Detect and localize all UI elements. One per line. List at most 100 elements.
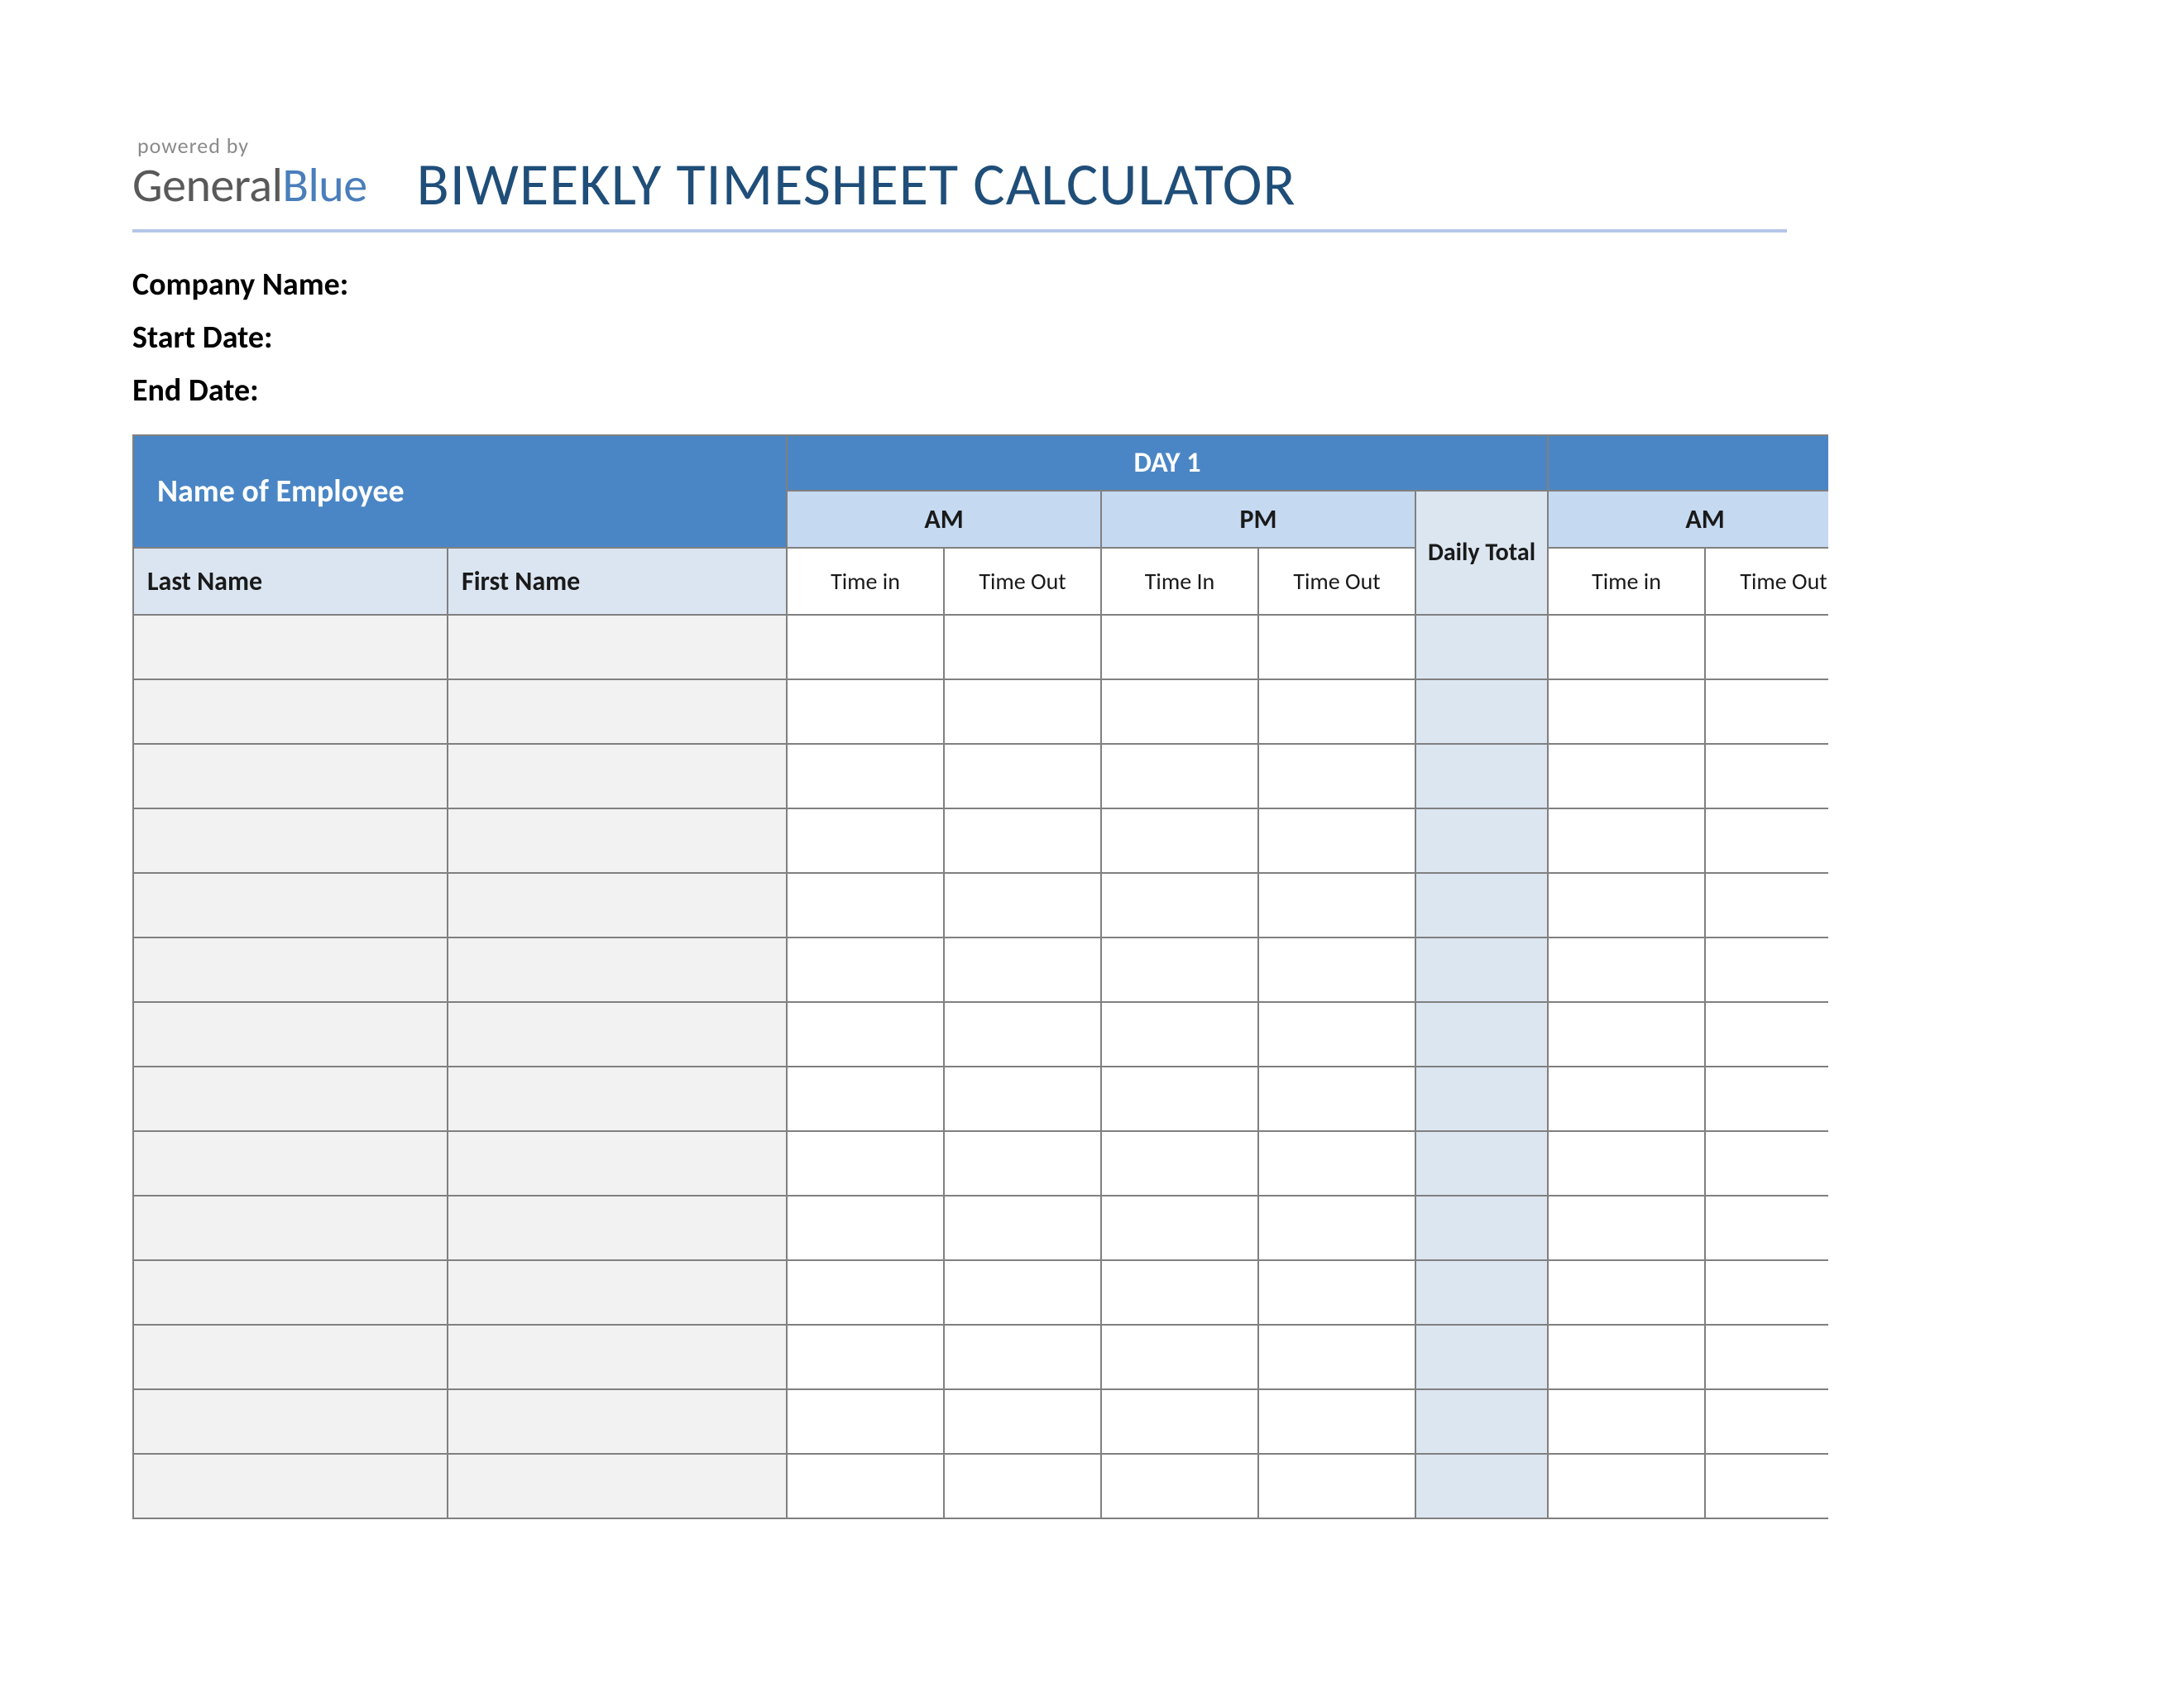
d2-am-in-cell[interactable] (1548, 615, 1705, 679)
last-name-cell[interactable] (133, 1325, 448, 1389)
d1-pm-in-cell[interactable] (1101, 1454, 1258, 1518)
first-name-cell[interactable] (448, 1325, 787, 1389)
first-name-cell[interactable] (448, 873, 787, 938)
d1-total-cell[interactable] (1415, 938, 1548, 1002)
d1-pm-out-cell[interactable] (1258, 1454, 1415, 1518)
d1-pm-out-cell[interactable] (1258, 808, 1415, 873)
d1-am-in-cell[interactable] (787, 1260, 944, 1325)
d2-am-out-cell[interactable] (1705, 679, 1828, 744)
d1-total-cell[interactable] (1415, 679, 1548, 744)
d2-am-in-cell[interactable] (1548, 744, 1705, 808)
d1-pm-in-cell[interactable] (1101, 1196, 1258, 1260)
first-name-cell[interactable] (448, 615, 787, 679)
d2-am-out-cell[interactable] (1705, 1196, 1828, 1260)
last-name-cell[interactable] (133, 808, 448, 873)
d1-am-in-cell[interactable] (787, 1131, 944, 1196)
d1-total-cell[interactable] (1415, 1389, 1548, 1454)
last-name-cell[interactable] (133, 1454, 448, 1518)
d2-am-out-cell[interactable] (1705, 938, 1828, 1002)
d1-pm-in-cell[interactable] (1101, 1131, 1258, 1196)
d1-total-cell[interactable] (1415, 1325, 1548, 1389)
d1-am-in-cell[interactable] (787, 1002, 944, 1067)
d1-am-out-cell[interactable] (944, 938, 1101, 1002)
d1-pm-in-cell[interactable] (1101, 1389, 1258, 1454)
d1-pm-out-cell[interactable] (1258, 679, 1415, 744)
last-name-cell[interactable] (133, 938, 448, 1002)
d1-pm-out-cell[interactable] (1258, 615, 1415, 679)
d1-pm-out-cell[interactable] (1258, 1260, 1415, 1325)
d2-am-in-cell[interactable] (1548, 1454, 1705, 1518)
d1-pm-in-cell[interactable] (1101, 1260, 1258, 1325)
d1-am-in-cell[interactable] (787, 1454, 944, 1518)
d1-pm-out-cell[interactable] (1258, 1002, 1415, 1067)
d1-pm-in-cell[interactable] (1101, 744, 1258, 808)
d1-am-out-cell[interactable] (944, 744, 1101, 808)
d1-pm-in-cell[interactable] (1101, 938, 1258, 1002)
d1-total-cell[interactable] (1415, 1196, 1548, 1260)
d1-am-in-cell[interactable] (787, 1325, 944, 1389)
d1-pm-out-cell[interactable] (1258, 1389, 1415, 1454)
d1-pm-in-cell[interactable] (1101, 615, 1258, 679)
d1-am-in-cell[interactable] (787, 1067, 944, 1131)
d1-am-out-cell[interactable] (944, 1131, 1101, 1196)
d1-am-in-cell[interactable] (787, 873, 944, 938)
d1-am-in-cell[interactable] (787, 1196, 944, 1260)
d1-pm-out-cell[interactable] (1258, 1325, 1415, 1389)
d1-pm-in-cell[interactable] (1101, 679, 1258, 744)
d2-am-out-cell[interactable] (1705, 1002, 1828, 1067)
d2-am-out-cell[interactable] (1705, 744, 1828, 808)
first-name-cell[interactable] (448, 808, 787, 873)
last-name-cell[interactable] (133, 1131, 448, 1196)
first-name-cell[interactable] (448, 679, 787, 744)
first-name-cell[interactable] (448, 1131, 787, 1196)
d1-pm-out-cell[interactable] (1258, 1196, 1415, 1260)
last-name-cell[interactable] (133, 1260, 448, 1325)
d1-am-out-cell[interactable] (944, 1389, 1101, 1454)
d1-am-in-cell[interactable] (787, 808, 944, 873)
d2-am-in-cell[interactable] (1548, 1196, 1705, 1260)
last-name-cell[interactable] (133, 1067, 448, 1131)
d2-am-in-cell[interactable] (1548, 1260, 1705, 1325)
first-name-cell[interactable] (448, 1260, 787, 1325)
d1-am-in-cell[interactable] (787, 938, 944, 1002)
first-name-cell[interactable] (448, 1389, 787, 1454)
d1-am-out-cell[interactable] (944, 1325, 1101, 1389)
last-name-cell[interactable] (133, 1002, 448, 1067)
d1-pm-in-cell[interactable] (1101, 808, 1258, 873)
d1-pm-in-cell[interactable] (1101, 1067, 1258, 1131)
d1-total-cell[interactable] (1415, 873, 1548, 938)
d1-am-out-cell[interactable] (944, 1067, 1101, 1131)
d1-am-out-cell[interactable] (944, 679, 1101, 744)
first-name-cell[interactable] (448, 1002, 787, 1067)
d1-am-in-cell[interactable] (787, 615, 944, 679)
d1-am-out-cell[interactable] (944, 1002, 1101, 1067)
d2-am-in-cell[interactable] (1548, 873, 1705, 938)
first-name-cell[interactable] (448, 938, 787, 1002)
d2-am-out-cell[interactable] (1705, 1260, 1828, 1325)
first-name-cell[interactable] (448, 1454, 787, 1518)
d1-pm-out-cell[interactable] (1258, 873, 1415, 938)
last-name-cell[interactable] (133, 1196, 448, 1260)
d1-am-in-cell[interactable] (787, 679, 944, 744)
d2-am-in-cell[interactable] (1548, 938, 1705, 1002)
d1-pm-out-cell[interactable] (1258, 938, 1415, 1002)
last-name-cell[interactable] (133, 873, 448, 938)
d1-am-out-cell[interactable] (944, 1454, 1101, 1518)
d2-am-out-cell[interactable] (1705, 1325, 1828, 1389)
d1-pm-in-cell[interactable] (1101, 1002, 1258, 1067)
d1-am-out-cell[interactable] (944, 615, 1101, 679)
last-name-cell[interactable] (133, 679, 448, 744)
first-name-cell[interactable] (448, 1196, 787, 1260)
d1-total-cell[interactable] (1415, 1002, 1548, 1067)
d2-am-out-cell[interactable] (1705, 615, 1828, 679)
d1-am-out-cell[interactable] (944, 808, 1101, 873)
d2-am-in-cell[interactable] (1548, 1002, 1705, 1067)
d1-pm-out-cell[interactable] (1258, 1131, 1415, 1196)
d2-am-in-cell[interactable] (1548, 1067, 1705, 1131)
d1-total-cell[interactable] (1415, 1131, 1548, 1196)
d1-pm-out-cell[interactable] (1258, 1067, 1415, 1131)
d2-am-out-cell[interactable] (1705, 873, 1828, 938)
d1-am-out-cell[interactable] (944, 1196, 1101, 1260)
d1-am-in-cell[interactable] (787, 744, 944, 808)
d2-am-in-cell[interactable] (1548, 1325, 1705, 1389)
